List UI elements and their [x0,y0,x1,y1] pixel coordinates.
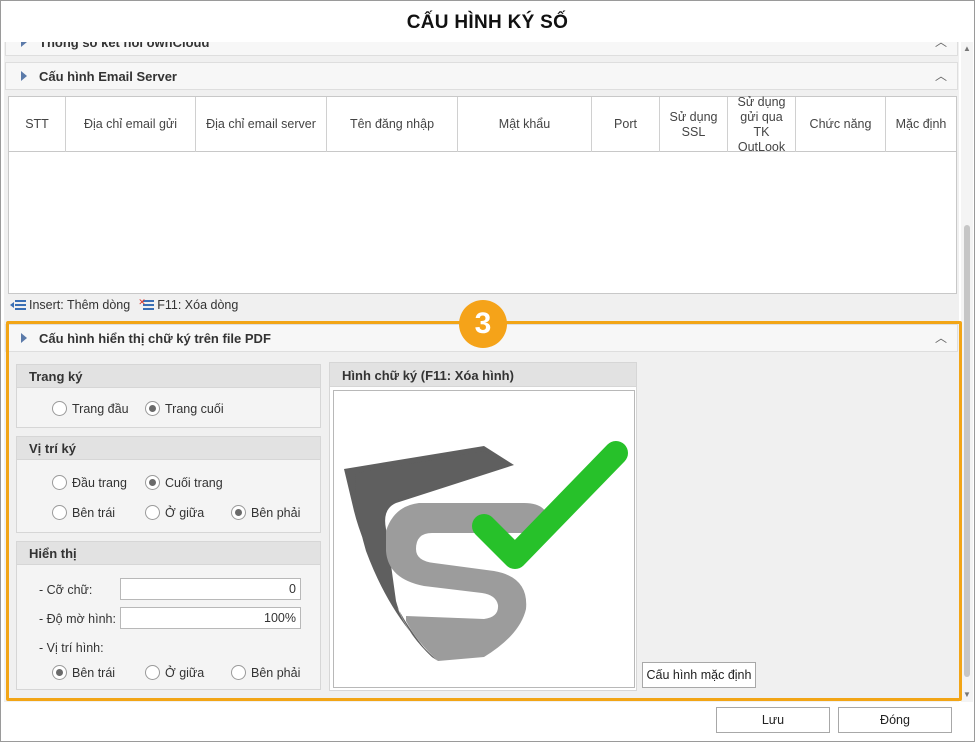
save-button[interactable]: Lưu [716,707,830,733]
scroll-up-icon[interactable]: ▲ [963,44,971,54]
vertical-scrollbar[interactable]: ▲ ▼ [961,42,973,702]
close-button[interactable]: Đóng [838,707,952,733]
delete-row-label: F11: Xóa dòng [157,298,239,312]
column-header[interactable]: STT [9,97,66,152]
delete-row-icon [138,297,155,310]
grid-toolbar: Insert: Thêm dòng F11: Xóa dòng [10,296,246,314]
column-header[interactable]: Chức năng [796,97,886,152]
chevron-up-icon[interactable]: ︿ [935,67,947,84]
group-header-owncloud[interactable]: Thông số kết nối ownCloud ︿ [5,42,958,56]
title-bar: CẤU HÌNH KÝ SỐ [2,2,973,42]
column-header[interactable]: Mật khẩu [458,97,592,152]
group-label-owncloud: Thông số kết nối ownCloud [39,42,210,50]
column-header[interactable]: Địa chỉ email server [196,97,327,152]
column-header[interactable]: Địa chỉ email gửi [66,97,196,152]
column-header[interactable]: Sử dụng gửi qua TK OutLook [728,95,796,154]
column-header[interactable]: Sử dụng SSL [660,97,728,152]
column-header[interactable]: Port [592,97,660,152]
step-badge: 3 [459,300,507,348]
window-title: CẤU HÌNH KÝ SỐ [406,12,569,33]
delete-row-action[interactable]: F11: Xóa dòng [138,297,239,312]
insert-row-action[interactable]: Insert: Thêm dòng [10,298,130,312]
highlight-frame [6,321,962,701]
expand-triangle-icon [21,42,27,47]
group-label-email: Cấu hình Email Server [39,69,177,84]
expand-triangle-icon [21,71,27,81]
scroll-thumb[interactable] [964,225,970,677]
dialog-window: CẤU HÌNH KÝ SỐ Thông số kết nối ownCloud… [0,0,975,742]
group-header-email[interactable]: Cấu hình Email Server ︿ [5,62,958,90]
column-header[interactable]: Tên đăng nhập [327,97,458,152]
grid-header-row: STT Địa chỉ email gửi Địa chỉ email serv… [9,95,956,154]
email-server-grid[interactable]: STT Địa chỉ email gửi Địa chỉ email serv… [8,95,957,294]
chevron-up-icon[interactable]: ︿ [935,42,947,50]
insert-row-icon [10,300,26,310]
column-header[interactable]: Mặc định [886,97,956,152]
insert-row-label: Insert: Thêm dòng [29,298,131,312]
scroll-down-icon[interactable]: ▼ [963,690,971,700]
